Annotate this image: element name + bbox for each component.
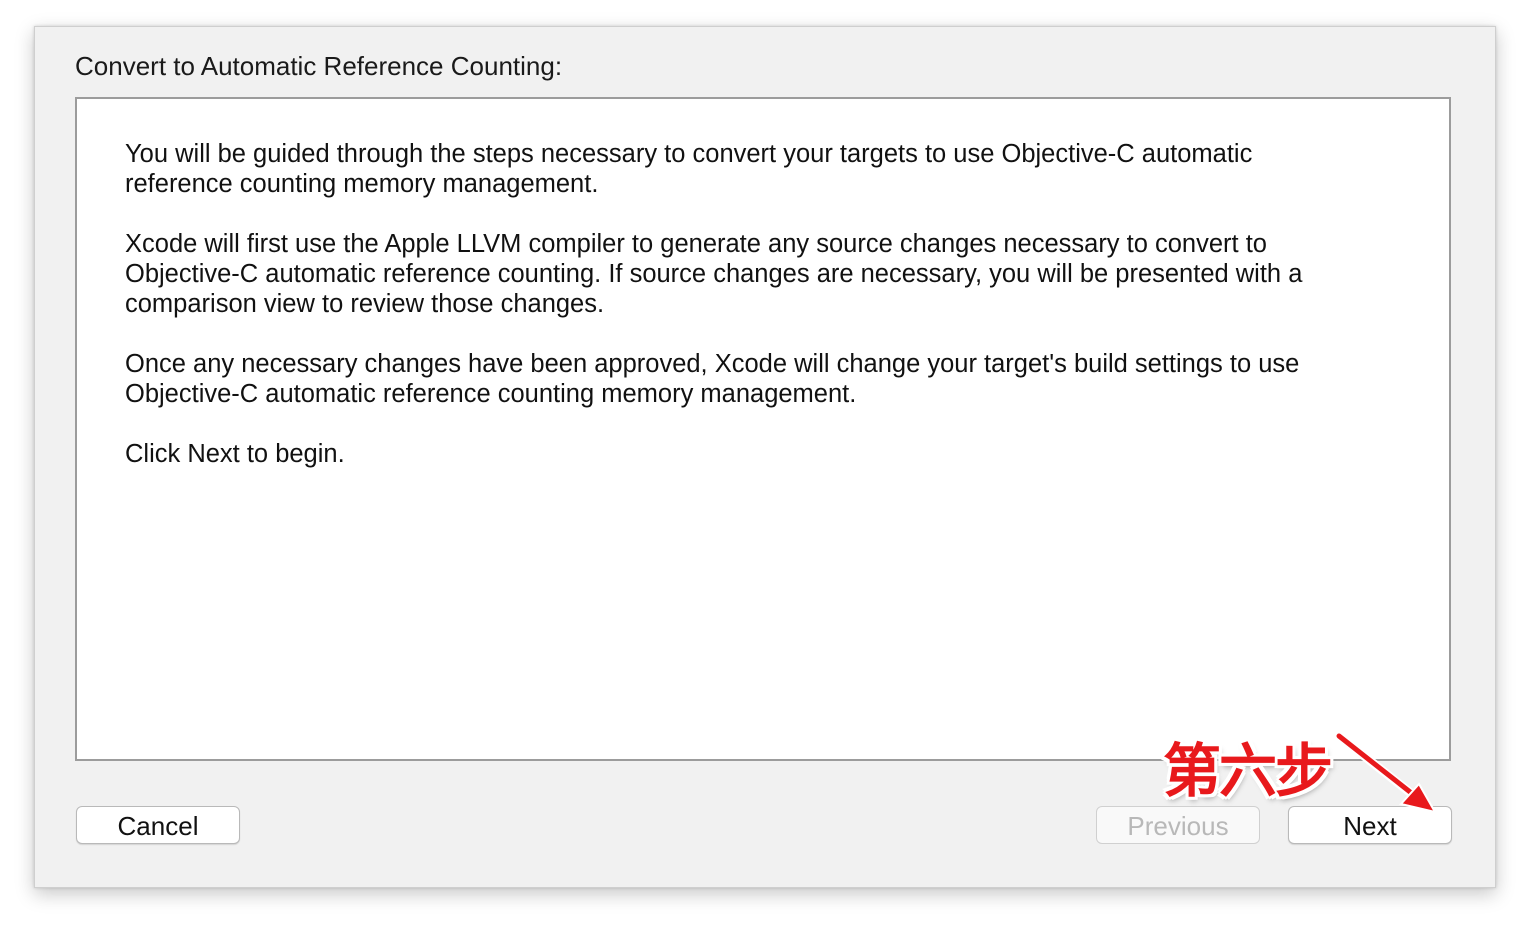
- description-panel: You will be guided through the steps nec…: [75, 97, 1451, 761]
- step-annotation-label: 第六步: [1163, 737, 1333, 805]
- paragraph-begin: Click Next to begin.: [125, 440, 345, 468]
- cancel-button[interactable]: Cancel: [76, 806, 240, 844]
- paragraph-compiler: Xcode will first use the Apple LLVM comp…: [125, 230, 1303, 318]
- paragraph-intro: You will be guided through the steps nec…: [125, 140, 1253, 198]
- sheet-title: Convert to Automatic Reference Counting:: [75, 51, 563, 81]
- paragraph-build-settings: Once any necessary changes have been app…: [125, 350, 1300, 408]
- description-text: You will be guided through the steps nec…: [125, 139, 1365, 499]
- arc-conversion-sheet: Convert to Automatic Reference Counting:…: [34, 26, 1496, 888]
- arrow-icon: [1335, 732, 1438, 814]
- previous-button: Previous: [1096, 806, 1260, 844]
